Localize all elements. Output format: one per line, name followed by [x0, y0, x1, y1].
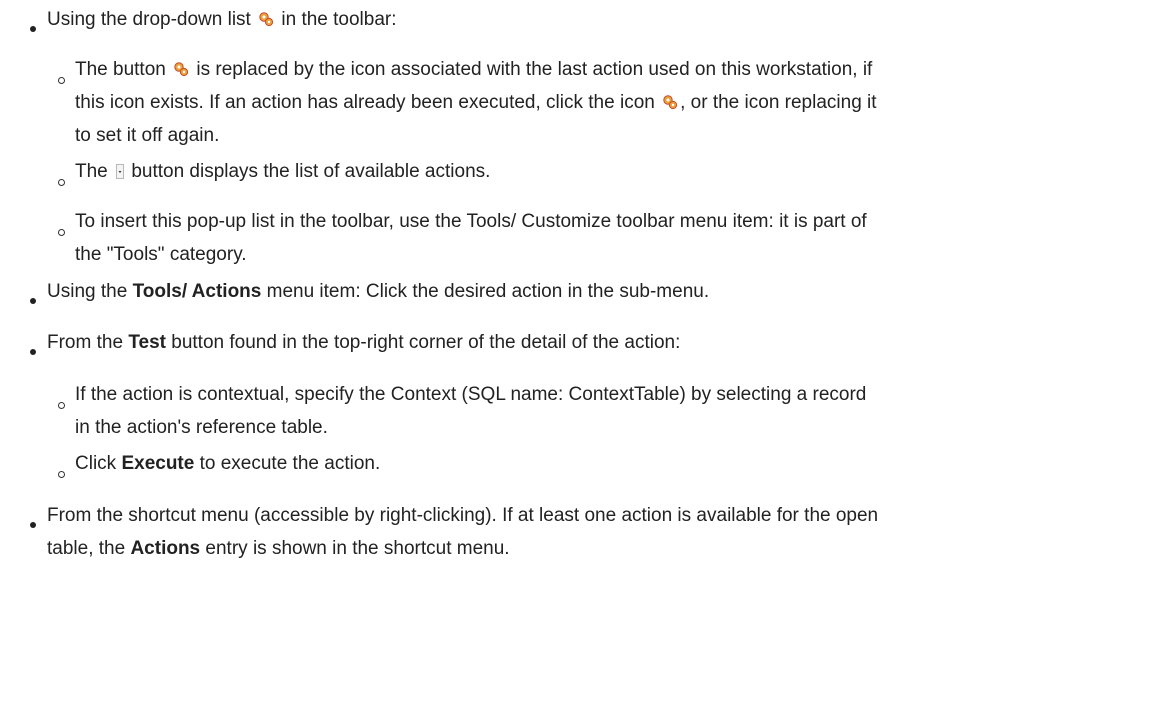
text: If the action is contextual, specify the… [75, 384, 867, 405]
button-name: Execute [121, 453, 195, 474]
actions-gear-icon [259, 12, 274, 27]
list-item: Using the drop-down list in the toolbar: [47, 9, 397, 31]
list-item-continuation: to set it off again. [75, 125, 219, 147]
list-item: From the shortcut menu (accessible by ri… [47, 505, 878, 527]
list-item-continuation: in the action's reference table. [75, 417, 328, 439]
text: The button [75, 59, 166, 80]
list-item: If the action is contextual, specify the… [75, 384, 866, 406]
text: button displays the list of available ac… [131, 161, 491, 182]
list-item-continuation: table, the Actions entry is shown in the… [47, 538, 510, 560]
text: To insert this pop-up list in the toolba… [75, 211, 867, 232]
text: Using the drop-down list [47, 9, 251, 30]
text: to set it off again. [75, 125, 220, 146]
list-item: The button displays the list of availabl… [75, 161, 490, 183]
bullet-circle [58, 77, 65, 84]
text: From the shortcut menu (accessible by ri… [47, 505, 879, 526]
text: this icon exists. If an action has alrea… [75, 92, 655, 113]
bullet-circle [58, 179, 65, 186]
text: in the action's reference table. [75, 417, 328, 438]
text: entry is shown in the shortcut menu. [205, 538, 510, 559]
text: The [75, 161, 108, 182]
bullet-dot [30, 349, 36, 355]
text: button found in the top-right corner of … [171, 332, 681, 353]
text: From the [47, 332, 124, 353]
list-item: From the Test button found in the top-ri… [47, 332, 680, 354]
list-item: Click Execute to execute the action. [75, 453, 380, 475]
button-name: Test [128, 332, 166, 353]
list-item: Using the Tools/ Actions menu item: Clic… [47, 281, 709, 303]
bullet-dot [30, 522, 36, 528]
bullet-circle [58, 229, 65, 236]
text: Click [75, 453, 117, 474]
text: to execute the action. [199, 453, 381, 474]
menu-path: Tools/ Actions [132, 281, 262, 302]
text: , or the icon replacing it [680, 92, 877, 113]
bullet-circle [58, 471, 65, 478]
actions-gear-icon [663, 95, 678, 110]
text: the "Tools" category. [75, 244, 247, 265]
dropdown-arrow-icon [116, 164, 125, 179]
actions-gear-icon [174, 62, 189, 77]
bullet-circle [58, 402, 65, 409]
text: in the toolbar: [281, 9, 397, 30]
list-item-continuation: the "Tools" category. [75, 244, 247, 266]
bullet-dot [30, 26, 36, 32]
text: table, the [47, 538, 126, 559]
text: menu item: Click the desired action in t… [266, 281, 710, 302]
text: is replaced by the icon associated with … [196, 59, 873, 80]
text: Using the [47, 281, 128, 302]
menu-entry: Actions [130, 538, 201, 559]
list-item: The button is replaced by the icon assoc… [75, 59, 872, 81]
bullet-dot [30, 298, 36, 304]
list-item: To insert this pop-up list in the toolba… [75, 211, 867, 233]
list-item-continuation: this icon exists. If an action has alrea… [75, 92, 877, 114]
